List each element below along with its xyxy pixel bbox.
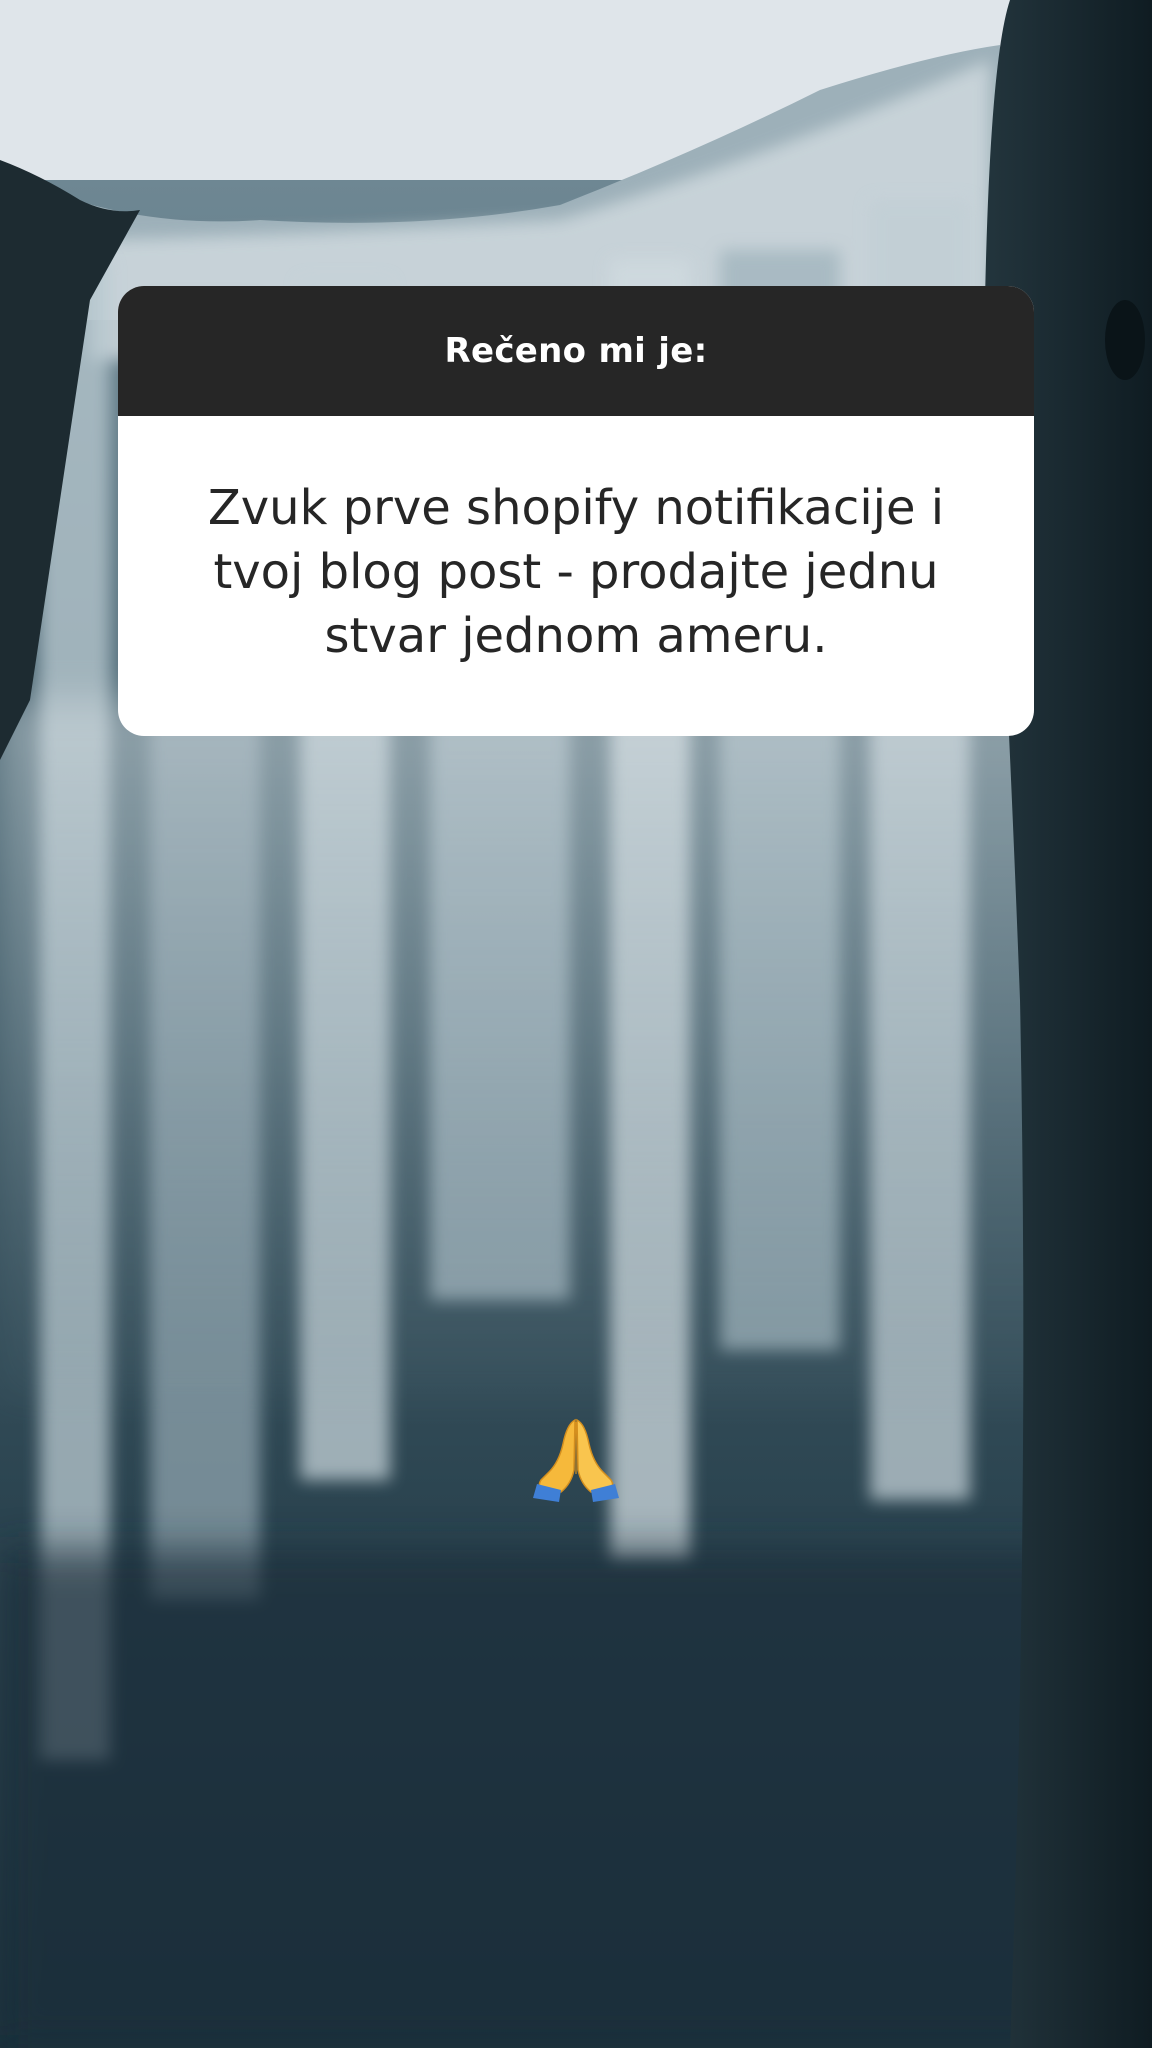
answer-text: Zvuk prve shopify notifikacije i tvoj bl… (207, 480, 945, 664)
question-answer-area: Zvuk prve shopify notifikacije i tvoj bl… (118, 416, 1034, 736)
question-sticker[interactable]: Rečeno mi je: Zvuk prve shopify notifika… (118, 286, 1034, 736)
question-header: Rečeno mi je: (118, 286, 1034, 416)
story-view: Rečeno mi je: Zvuk prve shopify notifika… (0, 0, 1152, 2048)
question-title: Rečeno mi je: (444, 331, 708, 371)
folded-hands-icon (533, 1418, 619, 1502)
